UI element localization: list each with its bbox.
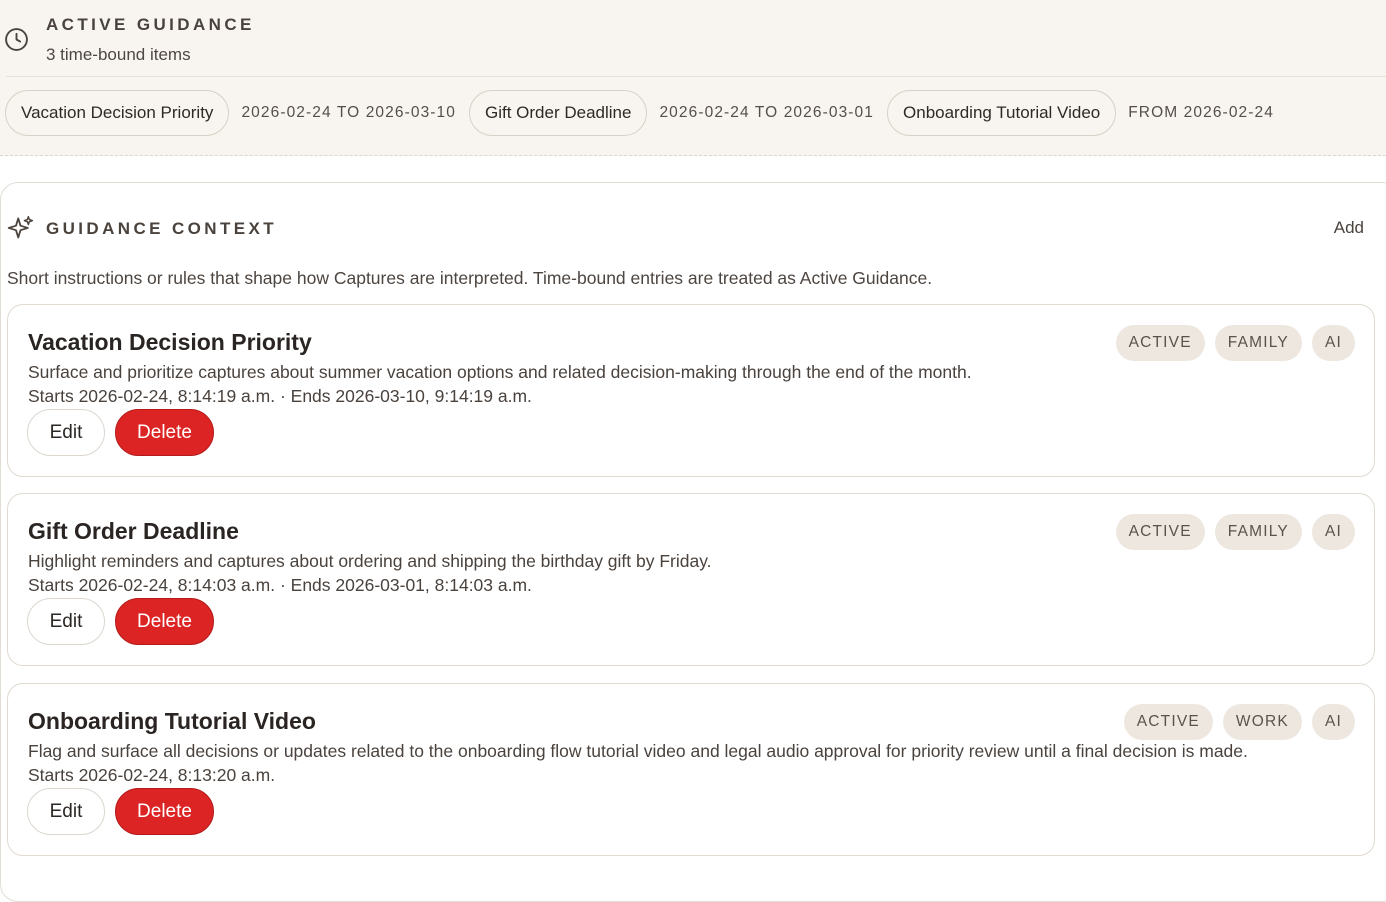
guidance-card-description: Highlight reminders and captures about o… [28,551,712,571]
add-guidance-button[interactable]: Add [1334,218,1364,238]
guidance-card-description: Surface and prioritize captures about su… [28,362,972,382]
guidance-card-dates: Starts 2026-02-24, 8:14:03 a.m. · Ends 2… [28,575,532,595]
guidance-card-title: Vacation Decision Priority [28,329,312,355]
status-badge: ACTIVE [1123,704,1213,740]
active-chip-range: 2026-02-24 TO 2026-03-01 [659,104,875,121]
guidance-card-actions: Edit Delete [27,788,214,835]
guidance-card-actions: Edit Delete [27,598,214,645]
category-badge: WORK [1222,704,1302,740]
guidance-context-description: Short instructions or rules that shape h… [7,268,933,288]
source-badge: AI [1311,704,1355,740]
category-badge: FAMILY [1214,325,1302,361]
clock-icon [5,28,28,51]
status-badge: ACTIVE [1115,325,1205,361]
sparkle-icon [7,215,34,239]
source-badge: AI [1311,514,1355,550]
category-badge: FAMILY [1214,514,1302,550]
guidance-card-actions: Edit Delete [27,409,214,456]
active-chip-vacation[interactable]: Vacation Decision Priority [5,90,230,136]
guidance-context-title: GUIDANCE CONTEXT [46,219,278,238]
active-chip-range: FROM 2026-02-24 [1128,104,1274,121]
edit-button[interactable]: Edit [27,409,105,456]
active-guidance-title: ACTIVE GUIDANCE [46,15,255,34]
source-badge: AI [1311,325,1355,361]
edit-button[interactable]: Edit [27,598,105,645]
delete-button[interactable]: Delete [115,788,214,835]
guidance-card-dates: Starts 2026-02-24, 8:13:20 a.m. [28,765,276,785]
active-chip-range: 2026-02-24 TO 2026-03-10 [241,104,456,121]
divider [6,76,1386,77]
active-guidance-count: 3 time-bound items [46,45,191,64]
guidance-card: Onboarding Tutorial Video ACTIVE WORK AI… [7,683,1375,856]
edit-button[interactable]: Edit [27,788,105,835]
guidance-card-title: Gift Order Deadline [28,518,239,544]
guidance-card-tags: ACTIVE WORK AI [1123,704,1355,740]
guidance-card-tags: ACTIVE FAMILY AI [1115,514,1355,550]
active-guidance-chips: Vacation Decision Priority 2026-02-24 TO… [5,90,1386,136]
status-badge: ACTIVE [1115,514,1205,550]
guidance-card: Gift Order Deadline ACTIVE FAMILY AI Hig… [7,493,1375,666]
active-chip-onboarding[interactable]: Onboarding Tutorial Video [887,90,1117,136]
delete-button[interactable]: Delete [115,409,214,456]
delete-button[interactable]: Delete [115,598,214,645]
guidance-card-title: Onboarding Tutorial Video [28,708,316,734]
active-chip-gift[interactable]: Gift Order Deadline [469,90,648,136]
active-guidance-panel: ACTIVE GUIDANCE 3 time-bound items Vacat… [0,0,1386,156]
guidance-card-tags: ACTIVE FAMILY AI [1115,325,1355,361]
guidance-card-dates: Starts 2026-02-24, 8:14:19 a.m. · Ends 2… [28,386,532,406]
guidance-card: Vacation Decision Priority ACTIVE FAMILY… [7,304,1375,477]
guidance-card-description: Flag and surface all decisions or update… [28,741,1248,761]
